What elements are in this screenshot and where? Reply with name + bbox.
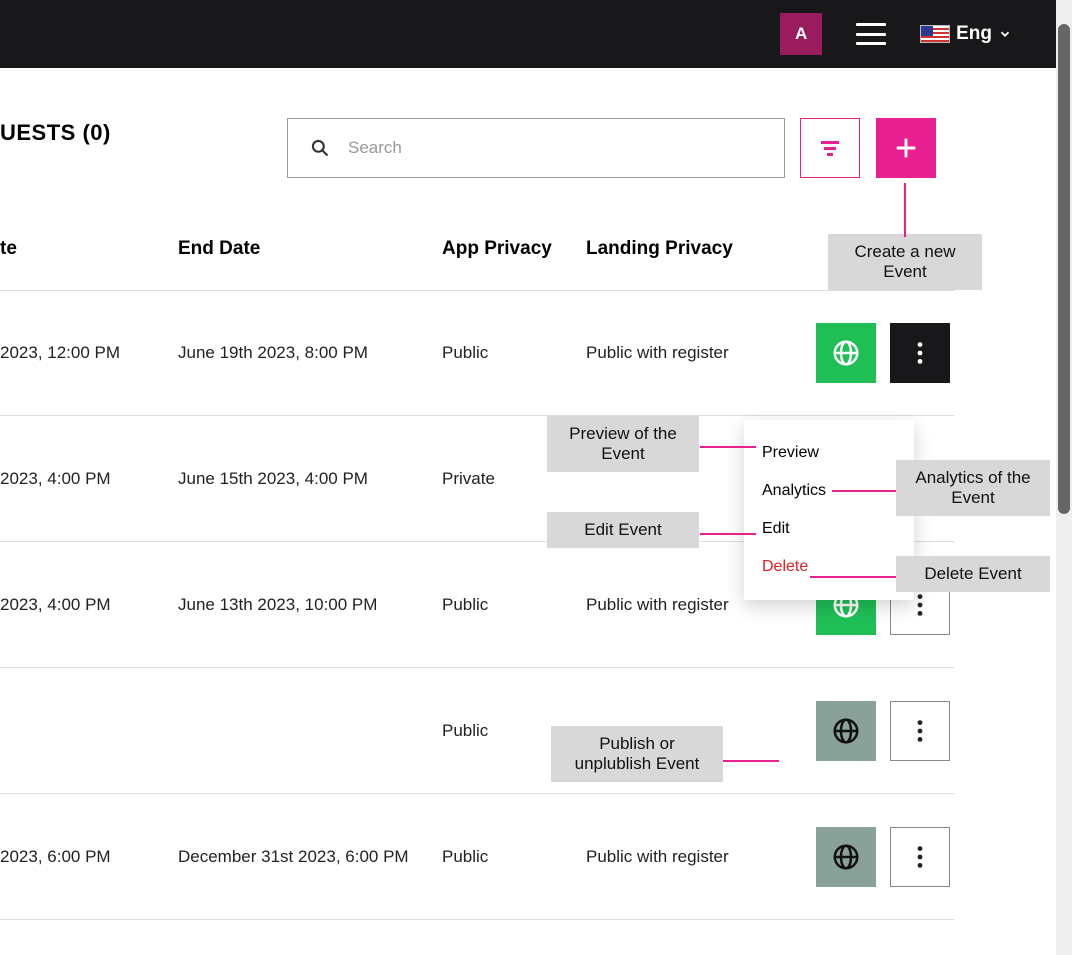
language-selector[interactable]: Eng bbox=[920, 23, 1012, 45]
search-box[interactable] bbox=[287, 118, 785, 178]
filter-icon bbox=[818, 136, 842, 160]
connector-line bbox=[904, 183, 906, 237]
top-bar: A Eng bbox=[0, 0, 1072, 68]
table-header-row: te End Date App Privacy Landing Privacy bbox=[0, 228, 954, 290]
cell-landing-privacy: Public with register bbox=[586, 847, 780, 867]
table-row: Public bbox=[0, 668, 954, 794]
row-menu-button[interactable] bbox=[890, 323, 950, 383]
cell-landing-privacy: Public with register bbox=[586, 343, 780, 363]
flag-us-icon bbox=[920, 25, 950, 43]
publish-toggle[interactable] bbox=[816, 827, 876, 887]
menu-delete[interactable]: Delete bbox=[744, 548, 914, 586]
add-event-button[interactable] bbox=[876, 118, 936, 178]
cell-start: 2023, 12:00 PM bbox=[0, 343, 178, 363]
cell-app-privacy: Public bbox=[442, 847, 586, 867]
publish-toggle[interactable] bbox=[816, 323, 876, 383]
col-start-date: te bbox=[0, 238, 178, 260]
connector-line bbox=[700, 446, 756, 448]
menu-edit[interactable]: Edit bbox=[744, 510, 914, 548]
cell-start: 2023, 4:00 PM bbox=[0, 595, 178, 615]
tab-requests[interactable]: UESTS (0) bbox=[0, 120, 111, 146]
col-end-date: End Date bbox=[178, 238, 442, 260]
connector-line bbox=[810, 576, 896, 578]
cell-app-privacy: Public bbox=[442, 343, 586, 363]
cell-end: December 31st 2023, 6:00 PM bbox=[178, 847, 442, 867]
cell-start: 2023, 4:00 PM bbox=[0, 469, 178, 489]
connector-line bbox=[832, 490, 896, 492]
row-actions-menu: Preview Analytics Edit Delete bbox=[744, 420, 914, 600]
col-app-privacy: App Privacy bbox=[442, 238, 586, 260]
tooltip-delete: Delete Event bbox=[896, 556, 1050, 592]
search-input[interactable] bbox=[348, 138, 762, 158]
cell-end: June 13th 2023, 10:00 PM bbox=[178, 595, 442, 615]
scrollbar-thumb[interactable] bbox=[1058, 24, 1070, 514]
chevron-down-icon bbox=[998, 27, 1012, 41]
row-actions bbox=[780, 323, 950, 383]
hamburger-icon[interactable] bbox=[856, 23, 886, 45]
row-menu-button[interactable] bbox=[890, 827, 950, 887]
tooltip-preview: Preview of the Event bbox=[547, 416, 699, 472]
tooltip-analytics: Analytics of the Event bbox=[896, 460, 1050, 516]
cell-end: June 15th 2023, 4:00 PM bbox=[178, 469, 442, 489]
table-row: 2023, 6:00 PMDecember 31st 2023, 6:00 PM… bbox=[0, 794, 954, 920]
connector-line bbox=[723, 760, 779, 762]
search-icon bbox=[310, 138, 330, 158]
table-row: 2023, 12:00 PMJune 19th 2023, 8:00 PMPub… bbox=[0, 290, 954, 416]
tooltip-create-event: Create a new Event bbox=[828, 234, 982, 290]
col-landing-privacy: Landing Privacy bbox=[586, 238, 780, 260]
cell-end: June 19th 2023, 8:00 PM bbox=[178, 343, 442, 363]
row-actions bbox=[780, 827, 950, 887]
tooltip-publish: Publish or unplublish Event bbox=[551, 726, 723, 782]
row-actions bbox=[780, 701, 950, 761]
language-label: Eng bbox=[956, 23, 992, 45]
connector-line bbox=[700, 533, 756, 535]
cell-app-privacy: Public bbox=[442, 595, 586, 615]
filter-button[interactable] bbox=[800, 118, 860, 178]
menu-preview[interactable]: Preview bbox=[744, 434, 914, 472]
row-menu-button[interactable] bbox=[890, 701, 950, 761]
user-avatar[interactable]: A bbox=[780, 13, 822, 55]
tooltip-edit: Edit Event bbox=[547, 512, 699, 548]
plus-icon bbox=[892, 134, 920, 162]
cell-start: 2023, 6:00 PM bbox=[0, 847, 178, 867]
publish-toggle[interactable] bbox=[816, 701, 876, 761]
